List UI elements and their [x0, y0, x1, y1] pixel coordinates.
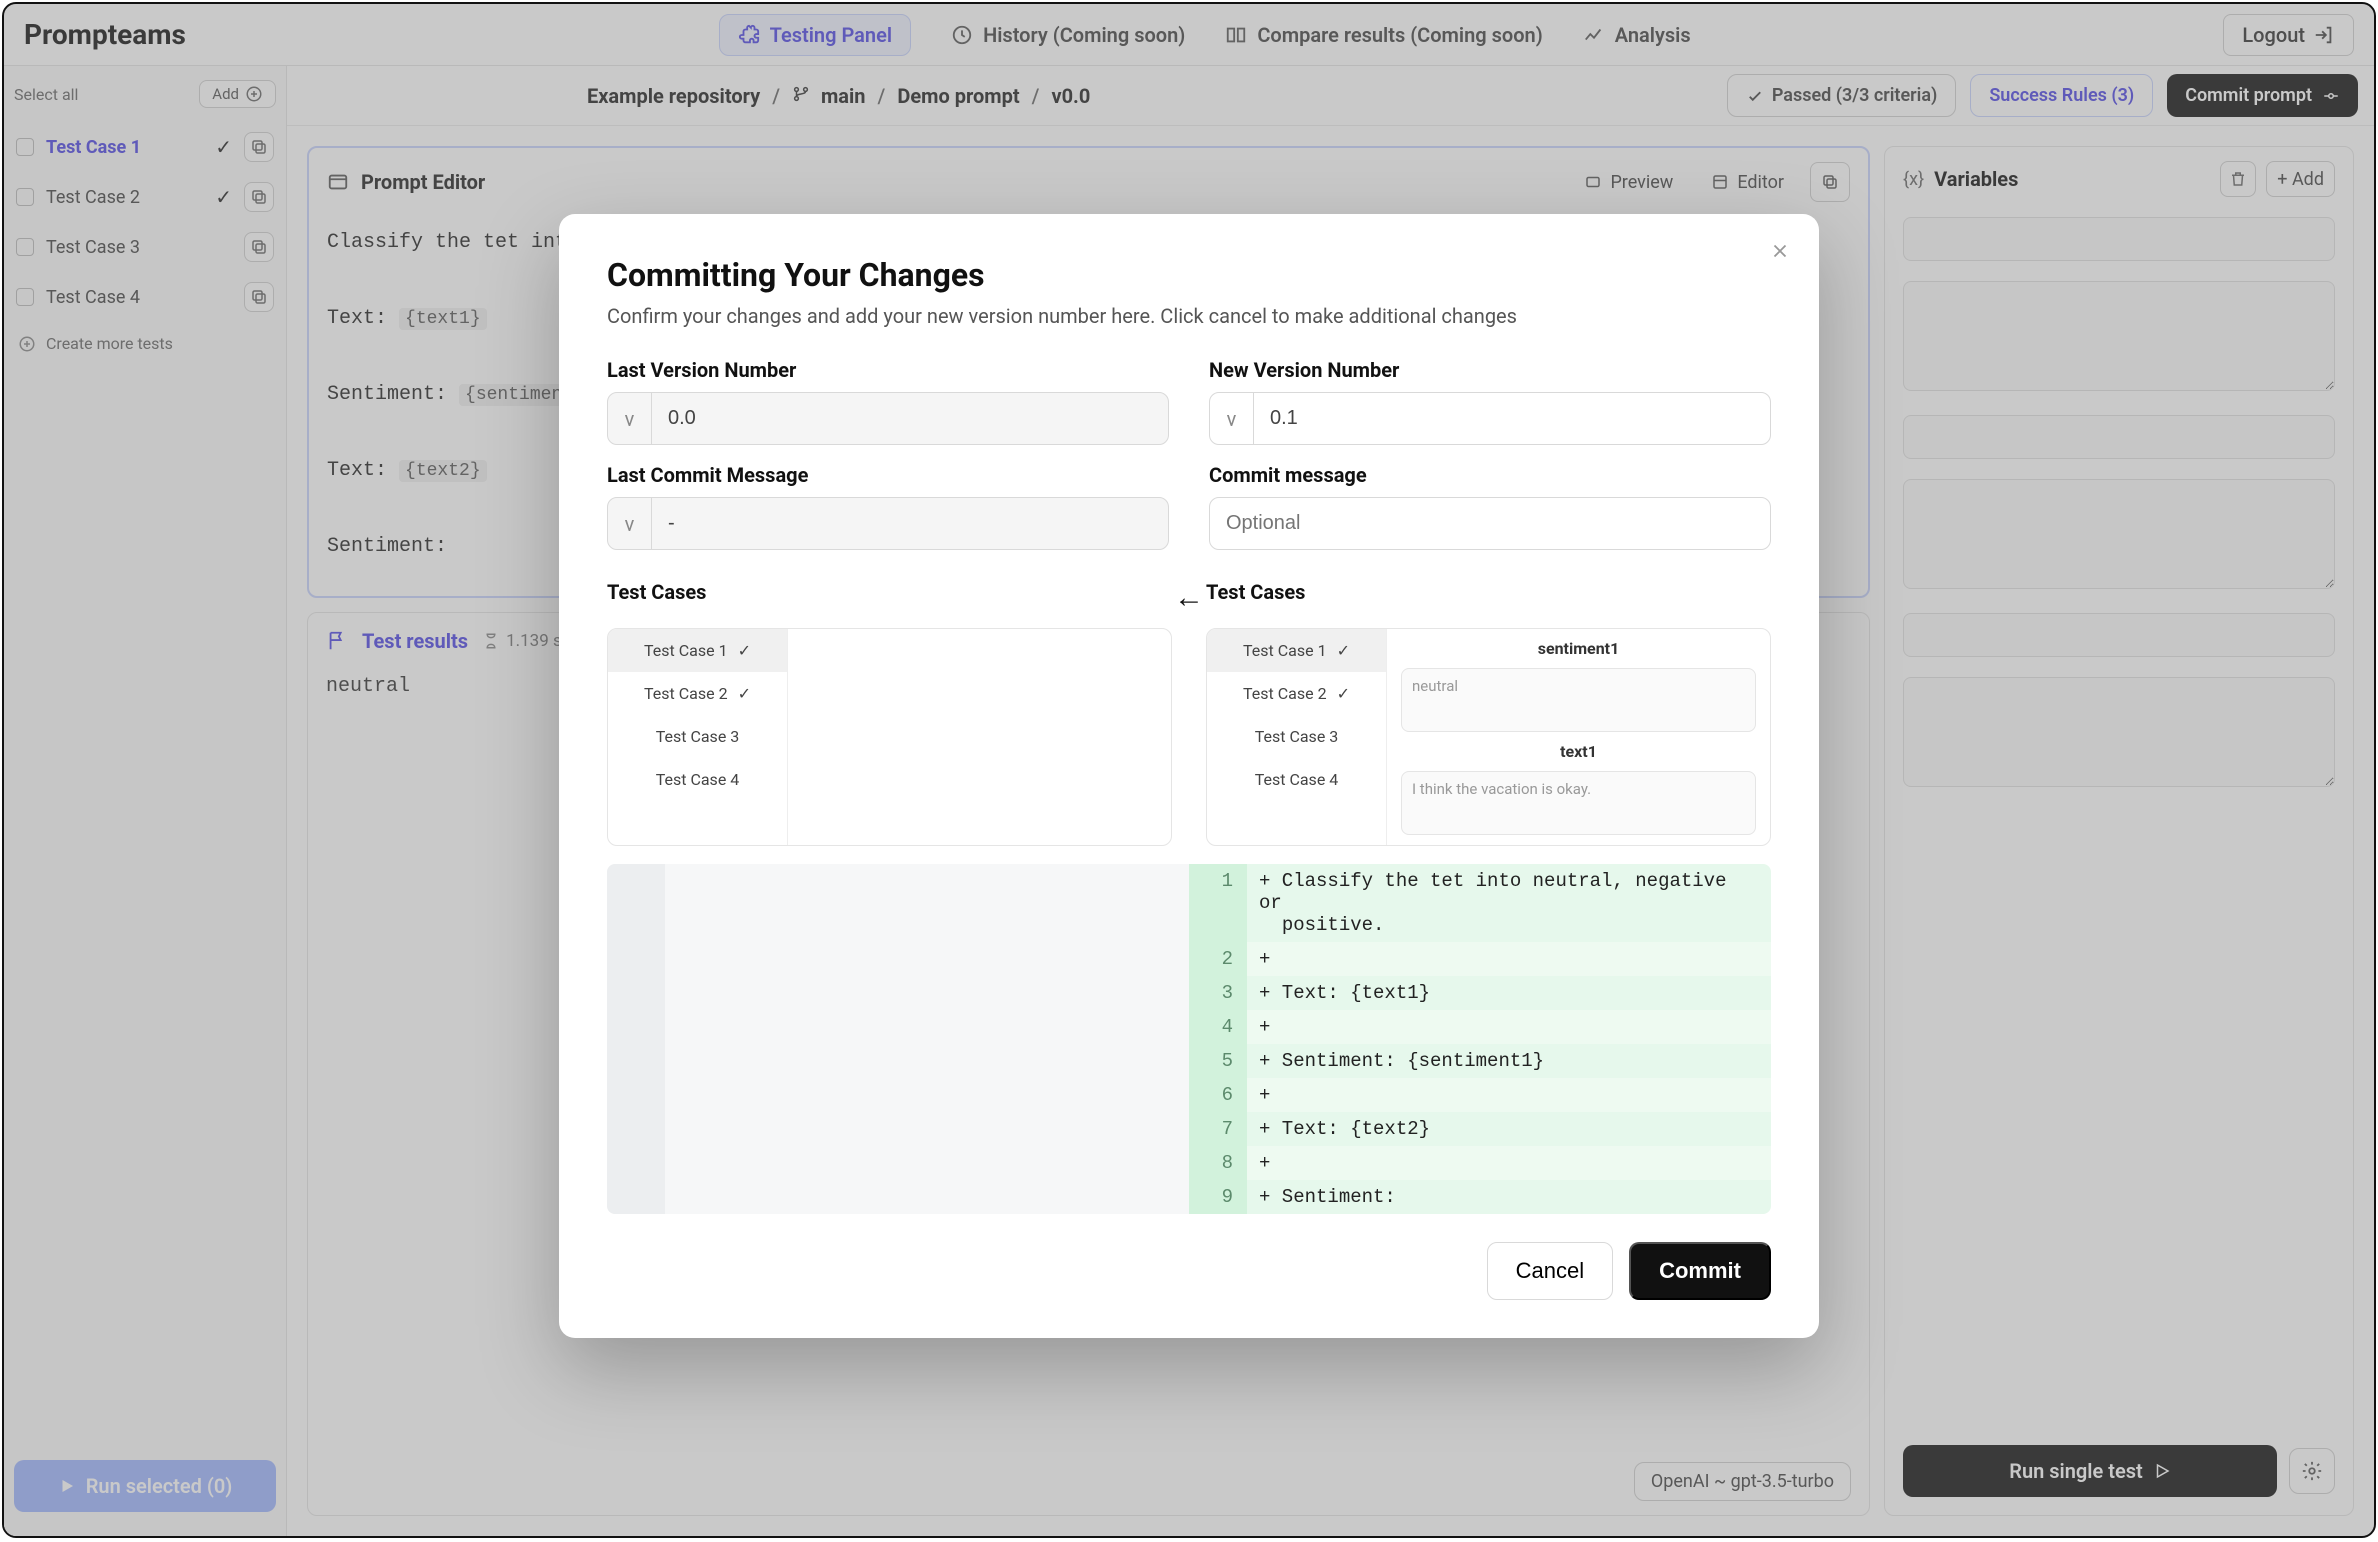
diff-row: 1+ Classify the tet into neutral, negati… — [1189, 864, 1771, 942]
diff-line-text: + Text: {text1} — [1247, 976, 1771, 1010]
diff-line-number: 3 — [1189, 976, 1247, 1010]
modal-subtitle: Confirm your changes and add your new ve… — [607, 304, 1771, 328]
diff-line-text: + Sentiment: — [1247, 1180, 1771, 1214]
commit-msg-label: Commit message — [1209, 463, 1771, 487]
last-commit-input — [652, 498, 1168, 549]
commit-msg-field[interactable] — [1209, 497, 1771, 550]
check-icon: ✓ — [738, 684, 751, 703]
commit-modal: Committing Your Changes Confirm your cha… — [559, 214, 1819, 1338]
last-version-input — [652, 393, 1168, 444]
diff-row: 5+ Sentiment: {sentiment1} — [1189, 1044, 1771, 1078]
cancel-button[interactable]: Cancel — [1487, 1242, 1613, 1300]
diff-line-number: 7 — [1189, 1112, 1247, 1146]
tc-item[interactable]: Test Case 1 ✓ — [1207, 629, 1386, 672]
last-version-field: v — [607, 392, 1169, 445]
v-prefix: v — [608, 393, 652, 444]
v-prefix: v — [608, 498, 652, 549]
tc-item[interactable]: Test Case 1 ✓ — [608, 629, 787, 672]
last-commit-field: v — [607, 497, 1169, 550]
diff-line-text: + — [1247, 942, 1771, 976]
detail-text-label: text1 — [1401, 742, 1756, 761]
diff-line-number: 5 — [1189, 1044, 1247, 1078]
tc-item[interactable]: Test Case 4 — [608, 758, 787, 801]
left-tc-label: Test Cases — [607, 580, 1172, 604]
commit-button[interactable]: Commit — [1629, 1242, 1771, 1300]
tc-name: Test Case 4 — [1255, 770, 1339, 789]
tc-name: Test Case 1 — [1243, 641, 1327, 660]
diff-line-number: 2 — [1189, 942, 1247, 976]
right-test-cases: Test Case 1 ✓ Test Case 2 ✓ Test Case 3 Te… — [1206, 628, 1771, 846]
diff-line-text: + Text: {text2} — [1247, 1112, 1771, 1146]
diff-line-number: 6 — [1189, 1078, 1247, 1112]
diff-line-text: + Sentiment: {sentiment1} — [1247, 1044, 1771, 1078]
tc-item[interactable]: Test Case 4 — [1207, 758, 1386, 801]
detail-sentiment-label: sentiment1 — [1401, 639, 1756, 658]
modal-close-button[interactable] — [1769, 240, 1791, 262]
cancel-label: Cancel — [1516, 1258, 1584, 1283]
commit-label: Commit — [1659, 1258, 1741, 1283]
tc-name: Test Case 3 — [656, 727, 740, 746]
detail-text-value: I think the vacation is okay. — [1401, 771, 1756, 835]
tc-name: Test Case 1 — [644, 641, 728, 660]
tc-item[interactable]: Test Case 2 ✓ — [1207, 672, 1386, 715]
last-commit-label: Last Commit Message — [607, 463, 1169, 487]
diff-line-text: + Classify the tet into neutral, negativ… — [1247, 864, 1771, 942]
check-icon: ✓ — [1337, 684, 1350, 703]
detail-sentiment-value: neutral — [1401, 668, 1756, 732]
diff-line-text: + — [1247, 1146, 1771, 1180]
right-tc-label: Test Cases — [1206, 580, 1771, 604]
tc-item[interactable]: Test Case 3 — [608, 715, 787, 758]
check-icon: ✓ — [738, 641, 751, 660]
diff-line-number: 8 — [1189, 1146, 1247, 1180]
arrow-left-icon: ← — [1172, 568, 1206, 846]
diff-row: 3+ Text: {text1} — [1189, 976, 1771, 1010]
diff-line-number: 1 — [1189, 864, 1247, 942]
diff-view: 1+ Classify the tet into neutral, negati… — [607, 864, 1771, 1214]
diff-line-text: + — [1247, 1010, 1771, 1044]
diff-row: 7+ Text: {text2} — [1189, 1112, 1771, 1146]
left-test-cases: Test Case 1 ✓ Test Case 2 ✓ Test Case 3 Te… — [607, 628, 1172, 846]
diff-line-text: + — [1247, 1078, 1771, 1112]
tc-name: Test Case 2 — [1243, 684, 1327, 703]
close-icon — [1769, 240, 1791, 262]
tc-item[interactable]: Test Case 3 — [1207, 715, 1386, 758]
diff-row: 8+ — [1189, 1146, 1771, 1180]
commit-msg-input[interactable] — [1210, 498, 1770, 549]
tc-name: Test Case 4 — [656, 770, 740, 789]
diff-row: 6+ — [1189, 1078, 1771, 1112]
tc-name: Test Case 2 — [644, 684, 728, 703]
new-version-input[interactable] — [1254, 393, 1770, 444]
diff-line-number: 9 — [1189, 1180, 1247, 1214]
v-prefix: v — [1210, 393, 1254, 444]
diff-row: 4+ — [1189, 1010, 1771, 1044]
diff-row: 2+ — [1189, 942, 1771, 976]
tc-name: Test Case 3 — [1255, 727, 1339, 746]
last-version-label: Last Version Number — [607, 358, 1169, 382]
diff-line-number: 4 — [1189, 1010, 1247, 1044]
new-version-field[interactable]: v — [1209, 392, 1771, 445]
check-icon: ✓ — [1337, 641, 1350, 660]
tc-item[interactable]: Test Case 2 ✓ — [608, 672, 787, 715]
modal-title: Committing Your Changes — [607, 256, 1771, 294]
new-version-label: New Version Number — [1209, 358, 1771, 382]
modal-overlay: Committing Your Changes Confirm your cha… — [4, 4, 2374, 1536]
diff-row: 9+ Sentiment: — [1189, 1180, 1771, 1214]
